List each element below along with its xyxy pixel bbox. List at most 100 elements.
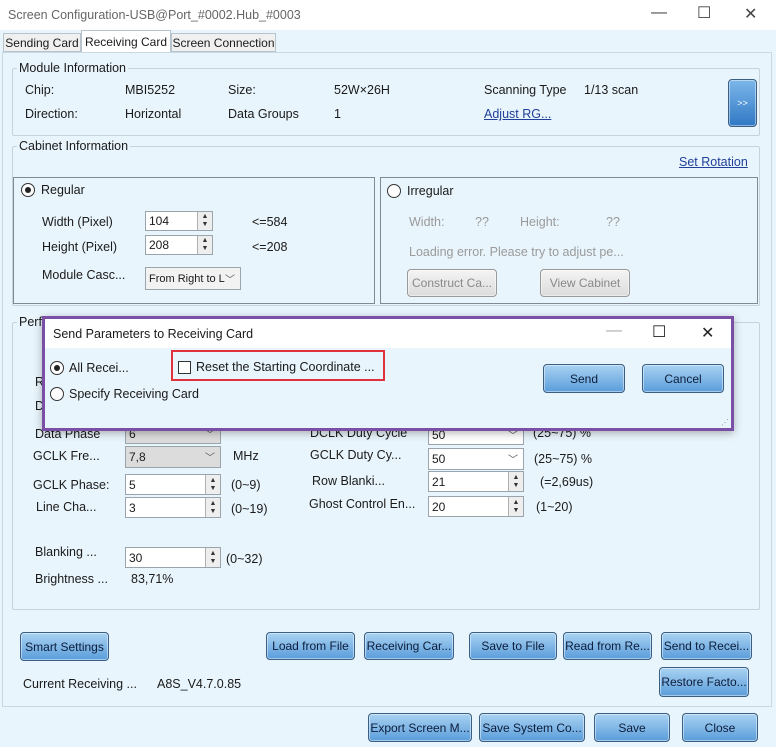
blanking-label: Blanking ... bbox=[35, 545, 97, 559]
all-receiving-radio[interactable] bbox=[50, 361, 64, 375]
cancel-button[interactable]: Cancel bbox=[642, 364, 724, 393]
specify-receiving-radio[interactable] bbox=[50, 387, 64, 401]
regular-radio[interactable] bbox=[21, 183, 35, 197]
irregular-width-label: Width: bbox=[409, 215, 445, 229]
export-screen-button[interactable]: Export Screen M... bbox=[368, 713, 472, 742]
cascade-select[interactable]: From Right to L ﹀ bbox=[145, 267, 241, 290]
gclk-freq-select[interactable]: 7,8 ﹀ bbox=[125, 446, 221, 468]
maximize-button[interactable]: ☐ bbox=[697, 3, 711, 23]
save-system-config-button[interactable]: Save System Co... bbox=[479, 713, 585, 742]
height-max: <=208 bbox=[252, 240, 288, 254]
dialog-minimize-button[interactable]: — bbox=[606, 322, 622, 340]
window-title: Screen Configuration-USB@Port_#0002.Hub_… bbox=[8, 8, 301, 22]
irregular-height-label: Height: bbox=[520, 215, 560, 229]
reset-coordinate-label: Reset the Starting Coordinate ... bbox=[196, 360, 375, 374]
module-info-title: Module Information bbox=[17, 61, 129, 75]
dialog-close-button[interactable]: ✕ bbox=[701, 323, 714, 343]
scan-value: 1/13 scan bbox=[584, 83, 639, 97]
gclk-phase-label: GCLK Phase: bbox=[33, 478, 110, 492]
groups-label: Data Groups bbox=[228, 107, 299, 121]
cabinet-info-title: Cabinet Information bbox=[17, 139, 131, 153]
width-value: 104 bbox=[149, 214, 170, 228]
line-change-range: (0~19) bbox=[231, 502, 268, 516]
gclk-phase-range: (0~9) bbox=[231, 478, 261, 492]
all-receiving-label: All Recei... bbox=[69, 361, 129, 375]
dialog-maximize-button[interactable]: ☐ bbox=[652, 322, 666, 342]
send-parameters-dialog: Send Parameters to Receiving Card — ☐ ✕ … bbox=[42, 316, 734, 431]
construct-cabinet-button[interactable]: Construct Ca... bbox=[407, 269, 497, 297]
loading-error-text: Loading error. Please try to adjust pe..… bbox=[409, 245, 624, 259]
set-rotation-link[interactable]: Set Rotation bbox=[679, 155, 748, 169]
gclk-phase-value: 5 bbox=[129, 477, 136, 492]
size-label: Size: bbox=[228, 83, 256, 97]
ghost-control-spinner[interactable]: 20 ▲ ▼ bbox=[428, 496, 524, 517]
direction-value: Horizontal bbox=[125, 107, 182, 121]
size-value: 52W×26H bbox=[334, 83, 390, 97]
spinner-arrows-icon[interactable]: ▲ ▼ bbox=[205, 475, 220, 494]
row-blanking-value: 21 bbox=[432, 474, 446, 489]
line-change-spinner[interactable]: 3 ▲ ▼ bbox=[125, 497, 221, 518]
blanking-spinner[interactable]: 30 ▲ ▼ bbox=[125, 547, 221, 568]
expand-button[interactable]: >> bbox=[728, 79, 757, 127]
cascade-value: From Right to L bbox=[149, 272, 225, 285]
gclk-duty-select[interactable]: 50 ﹀ bbox=[428, 448, 524, 470]
gclk-duty-range: (25~75) % bbox=[534, 452, 593, 466]
view-cabinet-button[interactable]: View Cabinet bbox=[540, 269, 630, 297]
spinner-arrows-icon[interactable]: ▲ ▼ bbox=[197, 212, 212, 230]
dialog-title: Send Parameters to Receiving Card bbox=[53, 327, 254, 341]
row-blanking-spinner[interactable]: 21 ▲ ▼ bbox=[428, 471, 524, 492]
direction-label: Direction: bbox=[25, 107, 78, 121]
read-from-receiving-button[interactable]: Read from Re... bbox=[563, 632, 652, 660]
width-max: <=584 bbox=[252, 215, 288, 229]
tab-receiving-card[interactable]: Receiving Card bbox=[81, 30, 171, 53]
width-spinner[interactable]: 104 ▲ ▼ bbox=[145, 211, 213, 231]
height-value: 208 bbox=[149, 238, 170, 252]
close-dialog-button[interactable]: Close bbox=[682, 713, 758, 742]
height-spinner[interactable]: 208 ▲ ▼ bbox=[145, 235, 213, 255]
load-from-file-button[interactable]: Load from File bbox=[266, 632, 355, 660]
gclk-duty-label: GCLK Duty Cy... bbox=[310, 448, 402, 462]
gclk-phase-spinner[interactable]: 5 ▲ ▼ bbox=[125, 474, 221, 495]
spinner-arrows-icon[interactable]: ▲ ▼ bbox=[508, 497, 523, 516]
current-receiving-label: Current Receiving ... bbox=[23, 677, 137, 691]
chip-label: Chip: bbox=[25, 83, 55, 97]
specify-receiving-label: Specify Receiving Card bbox=[69, 387, 199, 401]
height-label: Height (Pixel) bbox=[42, 240, 118, 254]
irregular-width-value: ?? bbox=[475, 215, 489, 229]
regular-label: Regular bbox=[41, 183, 85, 197]
resize-grip-icon[interactable]: ⋰ bbox=[721, 418, 729, 427]
save-button[interactable]: Save bbox=[594, 713, 670, 742]
close-button[interactable]: ✕ bbox=[744, 4, 757, 24]
scan-label: Scanning Type bbox=[484, 83, 567, 97]
reset-coordinate-checkbox[interactable] bbox=[178, 361, 191, 374]
module-info-group bbox=[12, 68, 760, 136]
gclk-duty-value: 50 bbox=[432, 452, 446, 466]
irregular-radio[interactable] bbox=[387, 184, 401, 198]
ghost-control-value: 20 bbox=[432, 499, 446, 514]
gclk-freq-unit: MHz bbox=[233, 449, 259, 463]
spinner-arrows-icon[interactable]: ▲ ▼ bbox=[205, 548, 220, 567]
spinner-arrows-icon[interactable]: ▲ ▼ bbox=[508, 472, 523, 491]
send-button[interactable]: Send bbox=[543, 364, 625, 393]
save-to-file-button[interactable]: Save to File bbox=[469, 632, 557, 660]
chip-value: MBI5252 bbox=[125, 83, 176, 97]
cascade-label: Module Casc... bbox=[42, 268, 126, 282]
minimize-button[interactable]: — bbox=[651, 4, 667, 22]
performance-title: Perf bbox=[17, 315, 44, 329]
spinner-arrows-icon[interactable]: ▲ ▼ bbox=[205, 498, 220, 517]
tab-sending-card[interactable]: Sending Card bbox=[3, 33, 81, 52]
smart-settings-button[interactable]: Smart Settings bbox=[20, 632, 109, 661]
width-label: Width (Pixel) bbox=[42, 215, 113, 229]
gclk-freq-value: 7,8 bbox=[129, 450, 146, 464]
receiving-card-button[interactable]: Receiving Car... bbox=[364, 632, 454, 660]
spinner-arrows-icon[interactable]: ▲ ▼ bbox=[197, 236, 212, 254]
tab-screen-connection[interactable]: Screen Connection bbox=[171, 33, 276, 52]
send-to-receiving-button[interactable]: Send to Recei... bbox=[661, 632, 752, 660]
groups-value: 1 bbox=[334, 107, 341, 121]
blanking-value: 30 bbox=[129, 550, 143, 565]
ghost-control-range: (1~20) bbox=[536, 500, 573, 514]
ghost-control-label: Ghost Control En... bbox=[309, 497, 416, 511]
line-change-value: 3 bbox=[129, 500, 136, 515]
adjust-rg-link[interactable]: Adjust RG... bbox=[484, 107, 551, 121]
restore-factory-button[interactable]: Restore Facto... bbox=[659, 667, 749, 697]
